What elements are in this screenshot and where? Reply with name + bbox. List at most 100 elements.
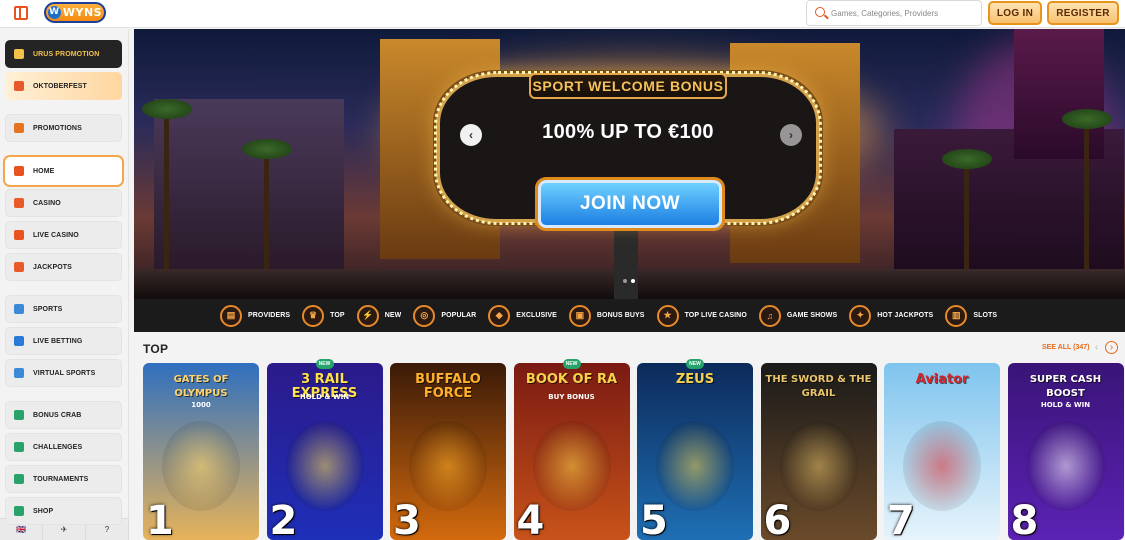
- game-rank: 1: [146, 498, 174, 540]
- game-subtitle: 1000: [191, 401, 211, 409]
- palm-tree: [242, 139, 292, 159]
- sidebar-item-label: BONUS CRAB: [33, 411, 82, 419]
- carousel-prev-icon[interactable]: ‹: [1090, 341, 1103, 354]
- hero-banner[interactable]: SPORT WELCOME BONUS 100% UP TO €100 JOIN…: [134, 29, 1125, 299]
- shop-icon: [14, 506, 24, 516]
- game-subtitle: HOLD & WIN: [1040, 401, 1091, 409]
- slide-dot[interactable]: [623, 279, 627, 283]
- sidebar-item-live-casino[interactable]: LIVE CASINO: [5, 221, 122, 249]
- palm-tree: [942, 149, 992, 169]
- category-icon: ★: [656, 304, 679, 327]
- sidebar-item-bonus-crab[interactable]: BONUS CRAB: [5, 401, 122, 429]
- slide-dot-active[interactable]: [631, 279, 635, 283]
- category-icon: ◆: [488, 304, 511, 327]
- game-card[interactable]: THE SWORD & THE GRAIL 6: [760, 363, 877, 540]
- login-button[interactable]: LOG IN: [988, 1, 1042, 25]
- car-icon: [14, 49, 24, 59]
- palm-tree: [1062, 109, 1112, 129]
- home-icon: [14, 166, 24, 176]
- sidebar-item-urus-promotion[interactable]: URUS PROMOTION: [5, 40, 122, 68]
- new-badge: NEW: [686, 359, 704, 369]
- sidebar-item-label: URUS PROMOTION: [33, 50, 100, 58]
- category-providers[interactable]: ▤ PROVIDERS: [220, 304, 291, 327]
- category-icon: ▤: [220, 304, 242, 327]
- sidebar-item-shop[interactable]: SHOP: [5, 497, 122, 525]
- game-title: THE SWORD & THE GRAIL: [765, 374, 872, 399]
- section-title: TOP: [143, 342, 169, 356]
- see-all-link[interactable]: SEE ALL (347): [1042, 344, 1089, 351]
- sidebar-item-label: PROMOTIONS: [33, 124, 82, 132]
- join-now-button[interactable]: JOIN NOW: [538, 180, 722, 228]
- sidebar-item-home[interactable]: HOME: [5, 157, 122, 185]
- game-card[interactable]: Aviator 7: [884, 363, 1000, 540]
- game-rank: 3: [393, 498, 421, 540]
- game-rank: 7: [887, 498, 915, 540]
- category-top[interactable]: ♛ TOP: [302, 304, 345, 327]
- banner-prev-arrow-icon[interactable]: ‹: [460, 124, 482, 146]
- category-hot-jackpots[interactable]: ✦ HOT JACKPOTS: [849, 304, 934, 327]
- sidebar-item-label: LIVE BETTING: [33, 337, 83, 345]
- category-top-live-casino[interactable]: ★ TOP LIVE CASINO: [656, 304, 747, 327]
- game-rank: 4: [516, 498, 545, 540]
- sign-label: SPORT WELCOME BONUS: [529, 73, 727, 99]
- sidebar-item-label: HOME: [33, 167, 55, 175]
- carousel-next-icon[interactable]: ›: [1105, 341, 1118, 354]
- game-title: GATES OF OLYMPUS: [173, 374, 229, 399]
- sidebar-item-sports[interactable]: SPORTS: [5, 295, 122, 323]
- game-rank: 8: [1010, 498, 1039, 540]
- category-slots[interactable]: ▥ SLOTS: [945, 304, 998, 327]
- game-card[interactable]: ZEUS 5: [637, 363, 753, 540]
- trophy-icon: [14, 474, 24, 484]
- category-icon: ♫: [758, 304, 781, 327]
- category-game-shows[interactable]: ♫ GAME SHOWS: [758, 304, 837, 327]
- category-label: EXCLUSIVE: [516, 312, 557, 319]
- search-box[interactable]: [806, 0, 982, 26]
- search-input[interactable]: [831, 5, 976, 21]
- sidebar-item-label: VIRTUAL SPORTS: [33, 369, 96, 377]
- sidebar-toggle-icon[interactable]: [14, 6, 28, 20]
- sidebar-item-jackpots[interactable]: JACKPOTS: [5, 253, 122, 281]
- sidebar-item-live-betting[interactable]: LIVE BETTING: [5, 327, 122, 355]
- sidebar-item-challenges[interactable]: CHALLENGES: [5, 433, 122, 461]
- game-title: BOOK OF RA: [525, 372, 618, 387]
- game-subtitle: BUY BONUS: [548, 393, 595, 401]
- sidebar-item-promotions[interactable]: PROMOTIONS: [5, 114, 122, 142]
- sidebar-item-tournaments[interactable]: TOURNAMENTS: [5, 465, 122, 493]
- game-title: ZEUS: [675, 372, 715, 387]
- category-label: PROVIDERS: [248, 312, 291, 319]
- game-card[interactable]: BUFFALO FORCE 3: [390, 363, 506, 540]
- sidebar-item-label: JACKPOTS: [33, 263, 72, 271]
- banner-next-arrow-icon[interactable]: ›: [780, 124, 802, 146]
- sidebar-item-virtual-sports[interactable]: VIRTUAL SPORTS: [5, 359, 122, 387]
- medal-icon: [14, 442, 24, 452]
- category-icon: ♛: [302, 304, 325, 327]
- category-label: TOP LIVE CASINO: [684, 312, 747, 319]
- neon-tower: [1014, 29, 1104, 159]
- slot-icon: [14, 198, 24, 208]
- crab-icon: [14, 410, 24, 420]
- game-title: SUPER CASH BOOST: [1029, 374, 1102, 399]
- game-card[interactable]: SUPER CASH BOOST HOLD & WIN 8: [1007, 363, 1124, 540]
- category-label: TOP: [330, 312, 345, 319]
- game-card[interactable]: 3 RAIL EXPRESS HOLD & WIN 2: [266, 363, 383, 540]
- game-card[interactable]: BOOK OF RA BUY BONUS 4: [513, 363, 630, 540]
- sidebar-item-label: CHALLENGES: [33, 443, 83, 451]
- category-bonus-buys[interactable]: ▣ BONUS BUYS: [568, 304, 645, 327]
- game-rank: 5: [640, 498, 668, 540]
- category-label: NEW: [384, 312, 402, 319]
- sidebar-item-casino[interactable]: CASINO: [5, 189, 122, 217]
- site-logo[interactable]: W WYNS: [44, 2, 106, 23]
- category-label: SLOTS: [973, 312, 998, 319]
- category-new[interactable]: ⚡ NEW: [356, 304, 402, 327]
- monitor-icon: [14, 368, 24, 378]
- sidebar-item-oktoberfest[interactable]: OKTOBERFEST: [5, 72, 122, 100]
- sidebar: 🇬🇧 ✈ ? URUS PROMOTION OKTOBERFEST PROMOTIO…: [0, 29, 129, 540]
- sign-pole: [614, 229, 638, 299]
- category-popular[interactable]: ◎ POPULAR: [413, 304, 476, 327]
- category-label: HOT JACKPOTS: [877, 312, 934, 319]
- new-badge: NEW: [315, 359, 334, 369]
- game-card[interactable]: GATES OF OLYMPUS 1000 1: [143, 363, 259, 540]
- category-exclusive[interactable]: ◆ EXCLUSIVE: [488, 304, 557, 327]
- register-button[interactable]: REGISTER: [1047, 1, 1119, 25]
- search-icon: [815, 7, 825, 17]
